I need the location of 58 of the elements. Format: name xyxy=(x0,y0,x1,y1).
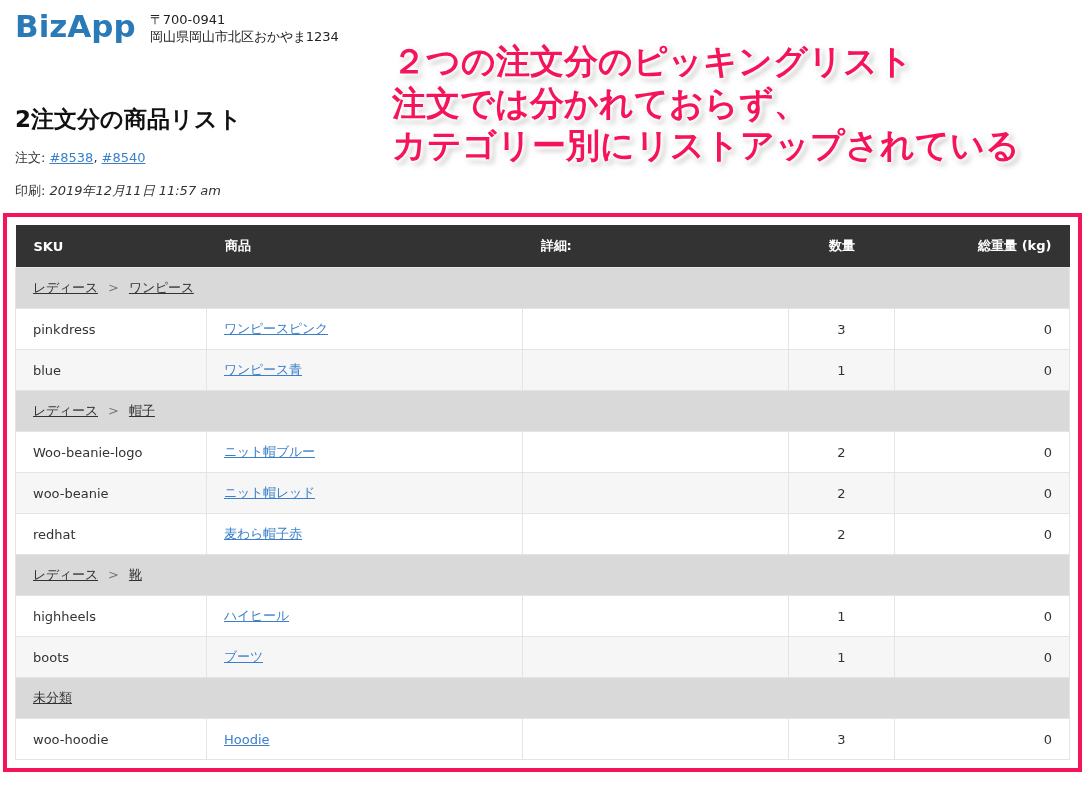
weight-cell: 0 xyxy=(894,431,1070,473)
category-link[interactable]: 靴 xyxy=(128,567,142,582)
sku-cell: Woo-beanie-logo xyxy=(15,431,207,473)
category-link[interactable]: 未分類 xyxy=(33,690,72,705)
weight-cell: 0 xyxy=(894,308,1070,350)
column-header: SKU xyxy=(15,225,207,268)
quantity-cell: 1 xyxy=(788,349,895,391)
weight-cell: 0 xyxy=(894,513,1070,555)
sku-cell: woo-hoodie xyxy=(15,718,207,760)
logo: BizApp xyxy=(15,7,136,46)
printed-label: 印刷: xyxy=(15,183,46,198)
separator: , xyxy=(93,150,98,165)
product-link[interactable]: ワンピースピンク xyxy=(224,321,328,336)
postal-code: 〒700-0941 xyxy=(149,11,227,28)
order-link[interactable]: #8540 xyxy=(101,150,146,165)
category-link[interactable]: レディース xyxy=(33,403,98,418)
column-header: 詳細: xyxy=(522,225,789,268)
annotation-text: ２つの注文分のピッキングリスト 注文では分かれておらず、 カテゴリー別にリストアップされている xyxy=(392,40,1020,166)
category-link[interactable]: レディース xyxy=(33,280,98,295)
sku-cell: woo-beanie xyxy=(15,472,207,514)
quantity-cell: 1 xyxy=(788,595,895,637)
orders-label: 注文: xyxy=(15,150,46,165)
weight-cell: 0 xyxy=(894,472,1070,514)
breadcrumb-separator: > xyxy=(108,280,119,295)
product-link[interactable]: 麦わら帽子赤 xyxy=(224,526,302,541)
sku-cell: blue xyxy=(15,349,207,391)
address: 岡山県岡山市北区おかやま1234 xyxy=(149,28,339,45)
sku-cell: pinkdress xyxy=(15,308,207,350)
weight-cell: 0 xyxy=(894,349,1070,391)
weight-cell: 0 xyxy=(894,636,1070,678)
breadcrumb-separator: > xyxy=(108,567,119,582)
quantity-cell: 3 xyxy=(788,308,895,350)
column-header: 商品 xyxy=(206,225,523,268)
breadcrumb-separator: > xyxy=(108,403,119,418)
product-link[interactable]: ハイヒール xyxy=(224,608,289,623)
category-link[interactable]: 帽子 xyxy=(128,403,155,418)
product-link[interactable]: ワンピース青 xyxy=(224,362,302,377)
sku-cell: highheels xyxy=(15,595,207,637)
printed-date: 2019年12月11日 11:57 am xyxy=(49,183,221,198)
product-link[interactable]: ニット帽ブルー xyxy=(224,444,315,459)
product-link[interactable]: ニット帽レッド xyxy=(224,485,315,500)
product-link[interactable]: Hoodie xyxy=(224,731,270,747)
category-link[interactable]: レディース xyxy=(33,567,98,582)
product-link[interactable]: ブーツ xyxy=(224,649,263,664)
quantity-cell: 3 xyxy=(788,718,895,760)
quantity-cell: 2 xyxy=(788,431,895,473)
quantity-cell: 1 xyxy=(788,636,895,678)
weight-cell: 0 xyxy=(894,718,1070,760)
sku-cell: boots xyxy=(15,636,207,678)
quantity-cell: 2 xyxy=(788,472,895,514)
page-title: 2注文分の商品リスト xyxy=(15,105,242,134)
column-header: 総重量 (kg) xyxy=(894,225,1070,268)
order-link[interactable]: #8538 xyxy=(49,150,94,165)
category-link[interactable]: ワンピース xyxy=(128,280,194,295)
weight-cell: 0 xyxy=(894,595,1070,637)
quantity-cell: 2 xyxy=(788,513,895,555)
column-header: 数量 xyxy=(788,225,895,268)
sku-cell: redhat xyxy=(15,513,207,555)
